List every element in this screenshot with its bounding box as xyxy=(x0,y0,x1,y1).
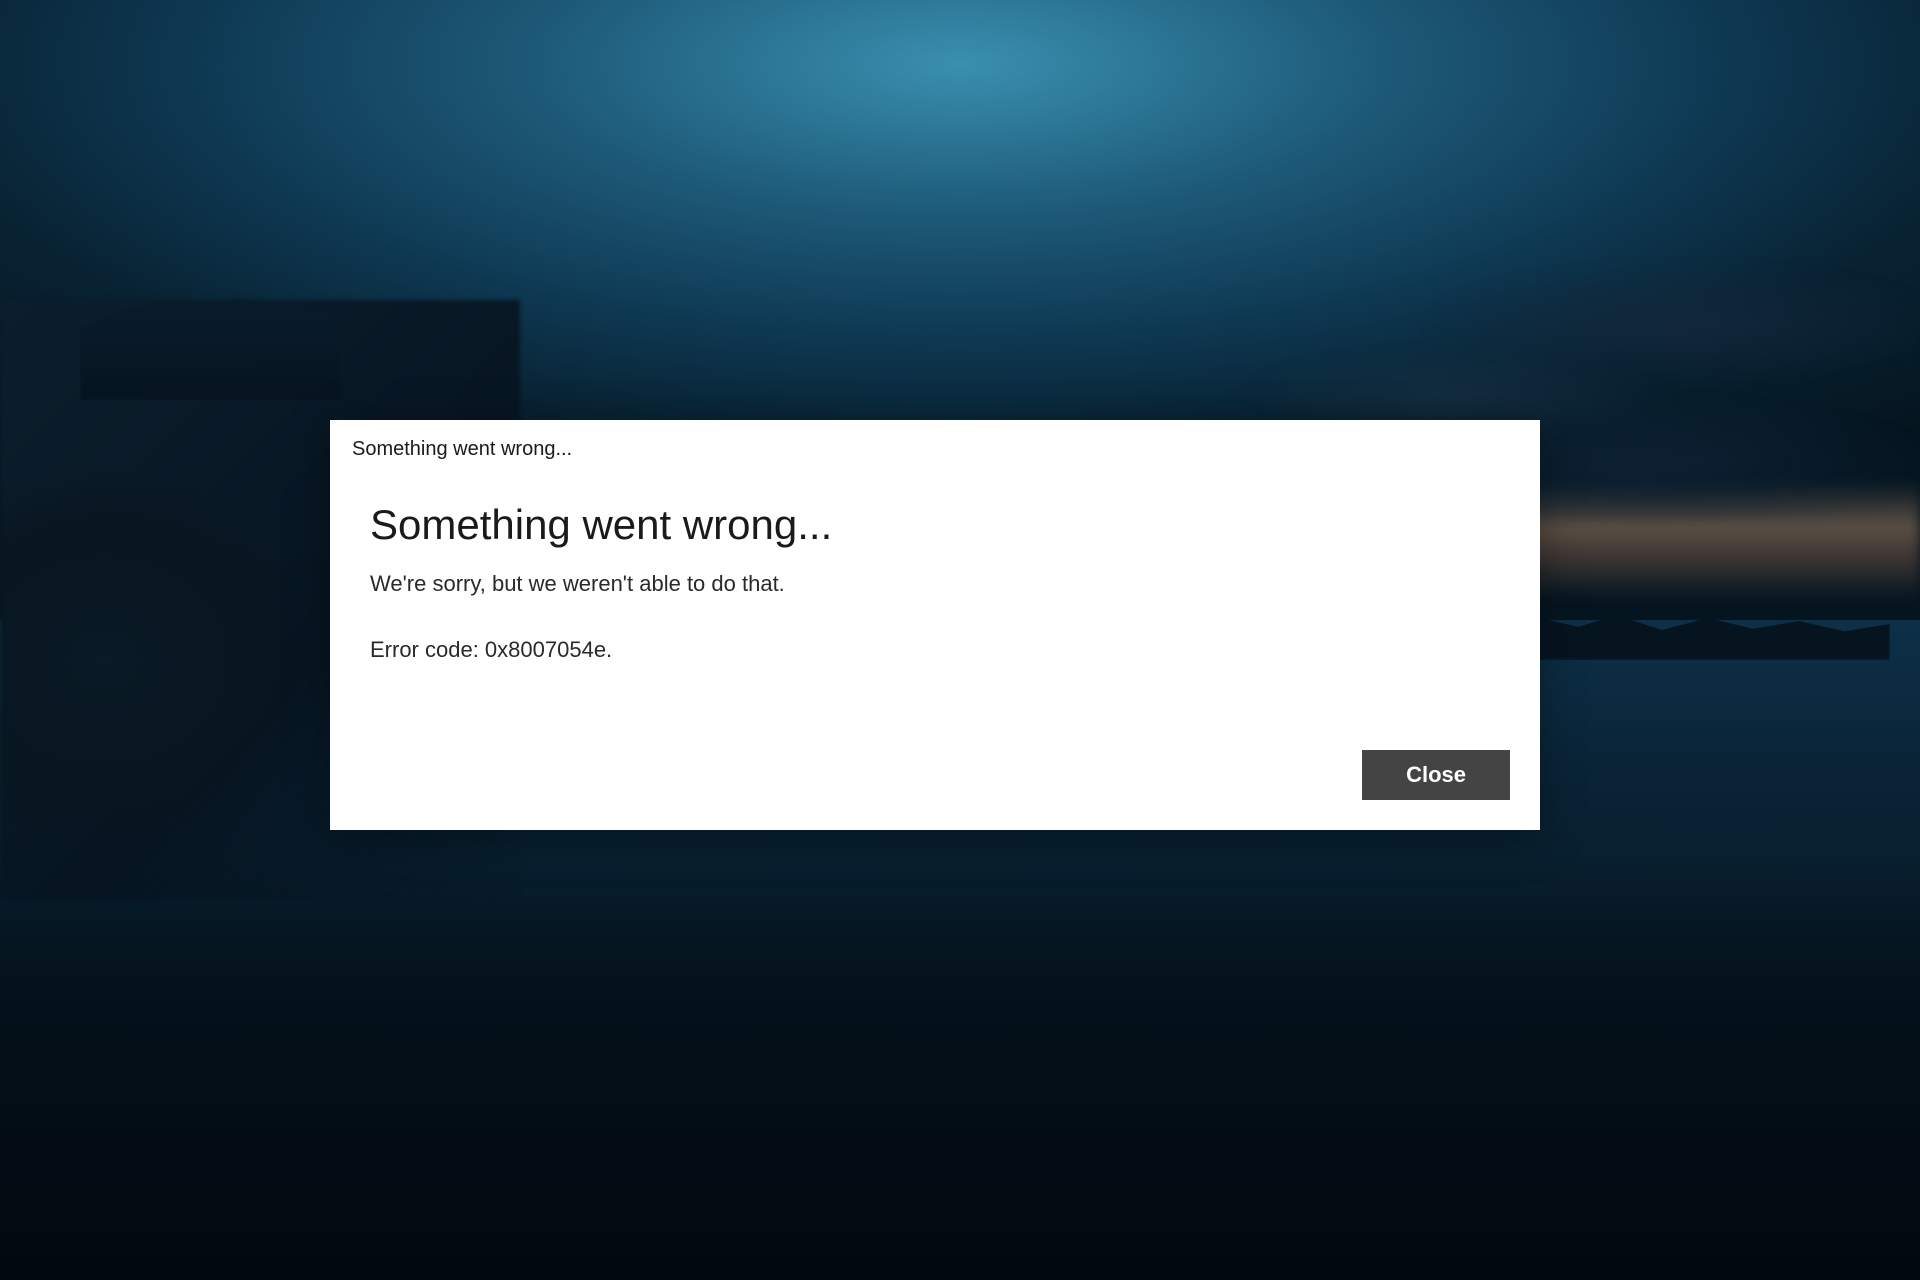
dialog-error-code: Error code: 0x8007054e. xyxy=(370,637,1500,663)
wallpaper-distant-rocks xyxy=(1510,600,1890,660)
dialog-footer: Close xyxy=(330,750,1540,830)
dialog-heading: Something went wrong... xyxy=(370,501,1500,549)
error-dialog: Something went wrong... Something went w… xyxy=(330,420,1540,830)
wallpaper-building xyxy=(80,280,340,400)
dialog-message: We're sorry, but we weren't able to do t… xyxy=(370,571,1500,597)
close-button[interactable]: Close xyxy=(1362,750,1510,800)
dialog-body: Something went wrong... We're sorry, but… xyxy=(330,471,1540,750)
wallpaper-beach xyxy=(0,860,1920,1280)
dialog-window-title: Something went wrong... xyxy=(330,420,1540,471)
